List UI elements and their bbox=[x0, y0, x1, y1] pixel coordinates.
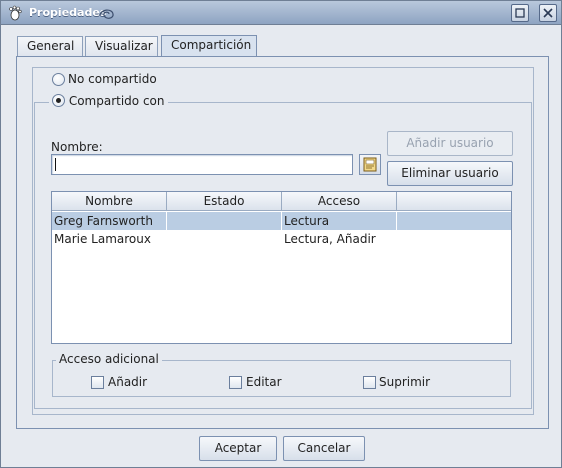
cell-nombre: Greg Farnsworth bbox=[52, 212, 167, 230]
radio-not-shared[interactable] bbox=[52, 73, 65, 86]
tab-label: Visualizar bbox=[95, 39, 153, 53]
tab-label: General bbox=[27, 39, 75, 53]
properties-dialog: Propiedades General Visualizar Compartic… bbox=[0, 0, 562, 468]
column-header-acceso[interactable]: Acceso bbox=[282, 192, 397, 211]
table-row[interactable]: Marie Lamaroux Lectura, Añadir bbox=[52, 230, 511, 248]
table-row[interactable]: Greg Farnsworth Lectura bbox=[52, 212, 511, 230]
radio-not-shared-label: No compartido bbox=[68, 72, 157, 86]
tab-label: Compartición bbox=[171, 38, 252, 52]
shared-with-legend: Compartido con bbox=[49, 94, 168, 108]
cell-nombre: Marie Lamaroux bbox=[54, 232, 151, 246]
minimize-button[interactable] bbox=[511, 4, 529, 22]
checkbox-editar-label: Editar bbox=[246, 375, 282, 389]
minimize-icon bbox=[515, 8, 525, 18]
cancel-button[interactable]: Cancelar bbox=[283, 436, 365, 461]
gnome-foot-icon bbox=[7, 5, 23, 21]
checkbox-anadir-label: Añadir bbox=[108, 375, 148, 389]
address-book-icon bbox=[363, 157, 377, 172]
cell-extra bbox=[397, 212, 511, 230]
cell-estado bbox=[167, 230, 282, 248]
checkbox-editar[interactable] bbox=[229, 376, 242, 389]
name-label: Nombre: bbox=[51, 140, 103, 154]
cell-acceso: Lectura, Añadir bbox=[284, 232, 376, 246]
radio-shared-with[interactable] bbox=[52, 94, 65, 107]
column-header-extra[interactable] bbox=[397, 192, 511, 211]
swirl-icon bbox=[97, 4, 117, 22]
remove-user-button[interactable]: Eliminar usuario bbox=[387, 161, 513, 186]
tab-comparticion[interactable]: Compartición bbox=[161, 35, 257, 57]
tab-visualizar[interactable]: Visualizar bbox=[85, 36, 158, 56]
text-caret bbox=[55, 158, 56, 171]
address-book-button[interactable] bbox=[359, 154, 381, 175]
checkbox-suprimir[interactable] bbox=[363, 376, 376, 389]
cell-acceso: Lectura bbox=[282, 212, 397, 230]
ok-button[interactable]: Aceptar bbox=[199, 436, 277, 461]
close-icon bbox=[543, 8, 553, 18]
add-user-button[interactable]: Añadir usuario bbox=[387, 131, 513, 156]
title-bar[interactable]: Propiedades bbox=[1, 1, 561, 25]
column-header-estado[interactable]: Estado bbox=[167, 192, 282, 211]
window-title: Propiedades bbox=[29, 6, 107, 19]
close-button[interactable] bbox=[539, 4, 557, 22]
checkbox-suprimir-label: Suprimir bbox=[379, 375, 431, 389]
tab-general[interactable]: General bbox=[17, 36, 83, 56]
additional-access-legend: Acceso adicional bbox=[56, 352, 162, 366]
name-input[interactable] bbox=[51, 154, 353, 175]
table-header: Nombre Estado Acceso bbox=[52, 192, 511, 211]
radio-shared-with-label: Compartido con bbox=[68, 94, 165, 108]
checkbox-anadir[interactable] bbox=[91, 376, 104, 389]
cell-estado bbox=[167, 212, 282, 230]
users-table[interactable]: Nombre Estado Acceso Greg Farnsworth Lec… bbox=[51, 191, 512, 344]
column-header-nombre[interactable]: Nombre bbox=[52, 192, 167, 211]
